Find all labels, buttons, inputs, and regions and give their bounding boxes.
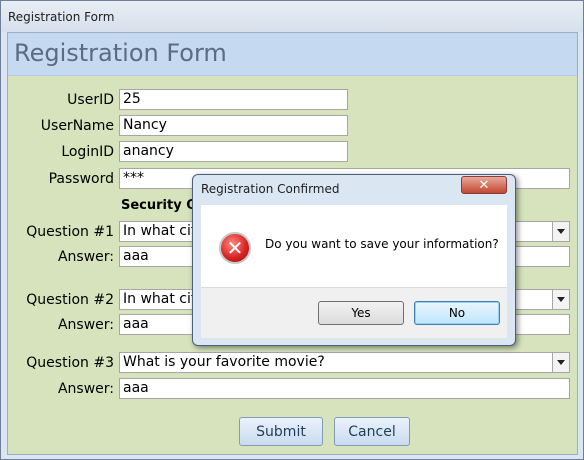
dialog-title: Registration Confirmed <box>201 182 340 196</box>
password-label: Password <box>48 171 114 187</box>
answer-3-field[interactable]: aaa <box>119 378 570 399</box>
question-3-select[interactable]: What is your favorite movie? <box>119 352 570 373</box>
chevron-down-icon[interactable] <box>552 222 569 241</box>
yes-button[interactable]: Yes <box>318 301 404 325</box>
answer-1-label: Answer: <box>57 249 114 265</box>
confirm-dialog: Registration Confirmed ✕ ✕ Do you want t… <box>192 174 516 346</box>
loginid-field[interactable]: anancy <box>119 141 348 162</box>
chevron-down-icon[interactable] <box>552 290 569 309</box>
question-3-label: Question #3 <box>26 355 114 371</box>
loginid-label: LoginID <box>61 144 114 160</box>
window-titlebar[interactable]: Registration Form <box>1 1 583 32</box>
username-field[interactable]: Nancy <box>119 115 348 136</box>
submit-button[interactable]: Submit <box>239 417 323 446</box>
question-2-label: Question #2 <box>26 292 114 308</box>
username-label: UserName <box>40 118 114 134</box>
question-3-value: What is your favorite movie? <box>123 354 325 370</box>
chevron-down-icon[interactable] <box>552 353 569 372</box>
window-title: Registration Form <box>8 10 115 24</box>
dialog-message: Do you want to save your information? <box>265 237 499 251</box>
close-icon[interactable]: ✕ <box>461 176 507 194</box>
no-button[interactable]: No <box>414 301 500 325</box>
cancel-button[interactable]: Cancel <box>334 417 410 446</box>
question-1-label: Question #1 <box>26 224 114 240</box>
answer-3-label: Answer: <box>57 381 114 397</box>
userid-field[interactable]: 25 <box>119 89 348 110</box>
form-title: Registration Form <box>14 39 227 67</box>
form-header: Registration Form <box>8 33 577 76</box>
error-icon: ✕ <box>219 232 251 264</box>
answer-2-label: Answer: <box>57 317 114 333</box>
userid-label: UserID <box>67 92 114 108</box>
